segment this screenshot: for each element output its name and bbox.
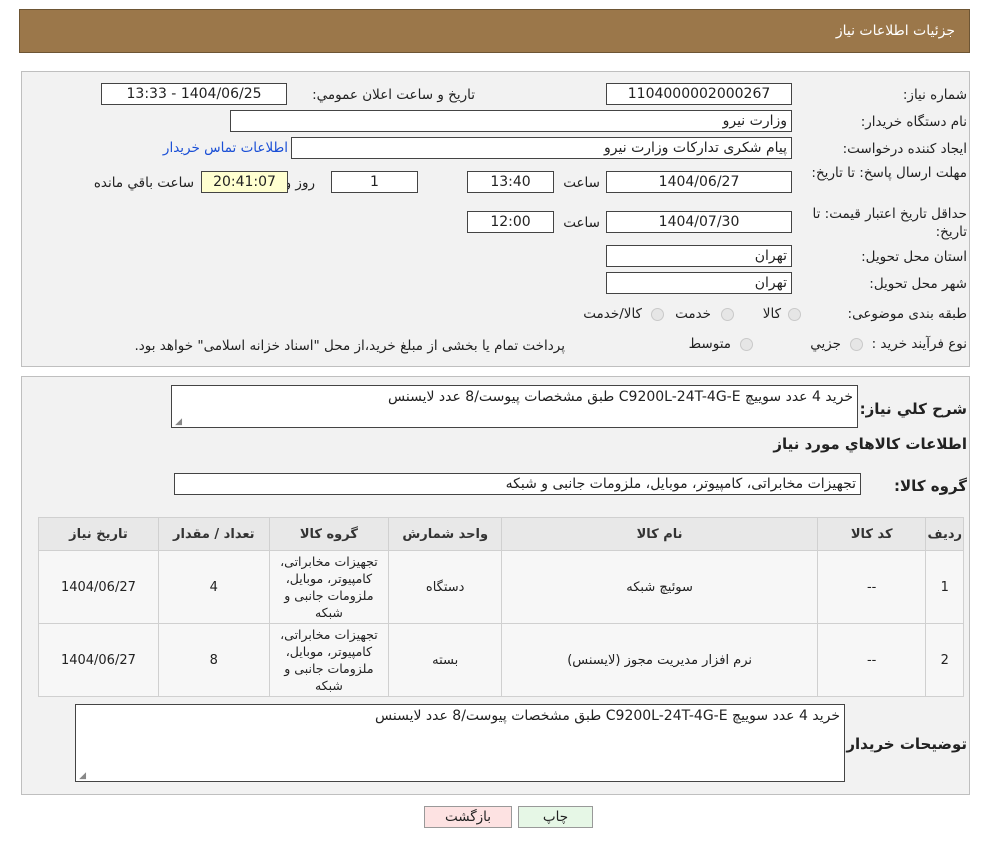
cell-unit: دستگاه bbox=[388, 550, 503, 624]
summary-text: خرید 4 عدد سوییچ C9200L-24T-4G-E طبق مشخ… bbox=[388, 389, 853, 405]
buyer-contact-link[interactable]: اطلاعات تماس خريدار bbox=[163, 140, 288, 156]
col-date: تاريخ نياز bbox=[38, 517, 159, 551]
announce-datetime-field: 1404/06/25 - 13:33 bbox=[101, 83, 287, 105]
category-option-goods-service: كالا/خدمت bbox=[583, 306, 642, 322]
table-row[interactable]: 2 -- نرم افزار مديريت مجوز (لايسنس) بسته… bbox=[38, 623, 964, 697]
cell-name: نرم افزار مديريت مجوز (لايسنس) bbox=[501, 623, 818, 697]
goods-group-label: گروه كالا: bbox=[894, 477, 967, 495]
days-label: روز و bbox=[284, 175, 315, 191]
goods-info-title: اطلاعات كالاهاي مورد نياز bbox=[773, 435, 967, 453]
deadline-time-field: 13:40 bbox=[467, 171, 554, 193]
print-button[interactable]: چاپ bbox=[518, 806, 593, 828]
process-radio-medium[interactable] bbox=[740, 338, 753, 351]
page-header: جزئیات اطلاعات نیاز bbox=[19, 9, 970, 53]
category-option-goods: كالا bbox=[762, 306, 781, 322]
cell-code: -- bbox=[816, 623, 927, 697]
cell-date: 1404/06/27 bbox=[38, 550, 159, 624]
creator-label: ايجاد كننده درخواست: bbox=[842, 141, 967, 157]
cell-date: 1404/06/27 bbox=[38, 623, 159, 697]
col-unit: واحد شمارش bbox=[388, 517, 503, 551]
process-note: پرداخت تمام يا بخشی از مبلغ خريد،از محل … bbox=[134, 338, 565, 354]
province-label: استان محل تحويل: bbox=[861, 249, 967, 265]
buyer-org-label: نام دستگاه خريدار: bbox=[860, 114, 967, 130]
col-name: نام كالا bbox=[501, 517, 818, 551]
validity-time-field: 12:00 bbox=[467, 211, 554, 233]
need-number-label: شماره نیاز: bbox=[902, 87, 967, 103]
category-option-service: خدمت bbox=[675, 306, 711, 322]
deadline-label: مهلت ارسال پاسخ: تا تاریخ: bbox=[811, 165, 967, 181]
buyer-notes-label: توضيحات خريدار: bbox=[840, 735, 967, 753]
process-option-medium: متوسط bbox=[688, 336, 731, 352]
province-field: تهران bbox=[606, 245, 792, 267]
city-label: شهر محل تحويل: bbox=[869, 276, 967, 292]
col-group: گروه كالا bbox=[268, 517, 390, 551]
cell-qty: 8 bbox=[157, 623, 270, 697]
process-label: نوع فرآيند خريد : bbox=[871, 336, 967, 352]
need-number-field: 1104000002000267 bbox=[606, 83, 792, 105]
validity-time-label: ساعت bbox=[563, 215, 600, 231]
summary-label: شرح كلي نياز: bbox=[859, 400, 967, 418]
col-row: رديف bbox=[925, 517, 964, 551]
creator-field: پيام شكری تداركات وزارت نيرو bbox=[291, 137, 792, 159]
goods-group-field: تجهيزات مخابراتی، كامپيوتر، موبايل، ملزو… bbox=[174, 473, 861, 495]
cell-row: 1 bbox=[925, 550, 964, 624]
category-radio-goods[interactable] bbox=[788, 308, 801, 321]
back-button[interactable]: بازگشت bbox=[424, 806, 512, 828]
announce-label: تاریخ و ساعت اعلان عمومي: bbox=[312, 87, 475, 103]
cell-row: 2 bbox=[925, 623, 964, 697]
category-radio-goods-service[interactable] bbox=[651, 308, 664, 321]
table-row[interactable]: 1 -- سوئيچ شبكه دستگاه تجهيزات مخابراتی،… bbox=[38, 550, 964, 624]
process-radio-minor[interactable] bbox=[850, 338, 863, 351]
deadline-date-field: 1404/06/27 bbox=[606, 171, 792, 193]
cell-code: -- bbox=[816, 550, 927, 624]
cell-name: سوئيچ شبكه bbox=[501, 550, 818, 624]
cell-qty: 4 bbox=[157, 550, 270, 624]
remaining-time-field: 20:41:07 bbox=[201, 171, 288, 193]
validity-label: حداقل تاريخ اعتبار قيمت: تا تاریخ: bbox=[812, 206, 967, 240]
cell-group: تجهيزات مخابراتی، كامپيوتر، موبايل، ملزو… bbox=[268, 550, 390, 624]
deadline-time-label: ساعت bbox=[563, 175, 600, 191]
resize-grip-icon[interactable]: ◢ bbox=[78, 772, 86, 781]
buyer-org-field: وزارت نيرو bbox=[230, 110, 792, 132]
col-code: كد كالا bbox=[816, 517, 927, 551]
goods-table: رديف كد كالا نام كالا واحد شمارش گروه كا… bbox=[38, 517, 964, 697]
days-field: 1 bbox=[331, 171, 418, 193]
summary-textarea: خرید 4 عدد سوییچ C9200L-24T-4G-E طبق مشخ… bbox=[171, 385, 858, 428]
remaining-label: ساعت باقي مانده bbox=[93, 175, 194, 191]
buyer-notes-text: خرید 4 عدد سوییچ C9200L-24T-4G-E طبق مشخ… bbox=[375, 708, 840, 724]
resize-grip-icon[interactable]: ◢ bbox=[174, 418, 182, 427]
table-header-row: رديف كد كالا نام كالا واحد شمارش گروه كا… bbox=[38, 517, 964, 551]
cell-group: تجهيزات مخابراتی، كامپيوتر، موبايل، ملزو… bbox=[268, 623, 390, 697]
validity-date-field: 1404/07/30 bbox=[606, 211, 792, 233]
col-qty: تعداد / مقدار bbox=[157, 517, 270, 551]
page-title: جزئیات اطلاعات نیاز bbox=[835, 23, 955, 39]
cell-unit: بسته bbox=[388, 623, 503, 697]
process-option-minor: جزيي bbox=[810, 336, 841, 352]
category-radio-service[interactable] bbox=[721, 308, 734, 321]
city-field: تهران bbox=[606, 272, 792, 294]
category-label: طبقه بندی موضوعی: bbox=[847, 306, 967, 322]
buyer-notes-textarea: خرید 4 عدد سوییچ C9200L-24T-4G-E طبق مشخ… bbox=[75, 704, 845, 782]
